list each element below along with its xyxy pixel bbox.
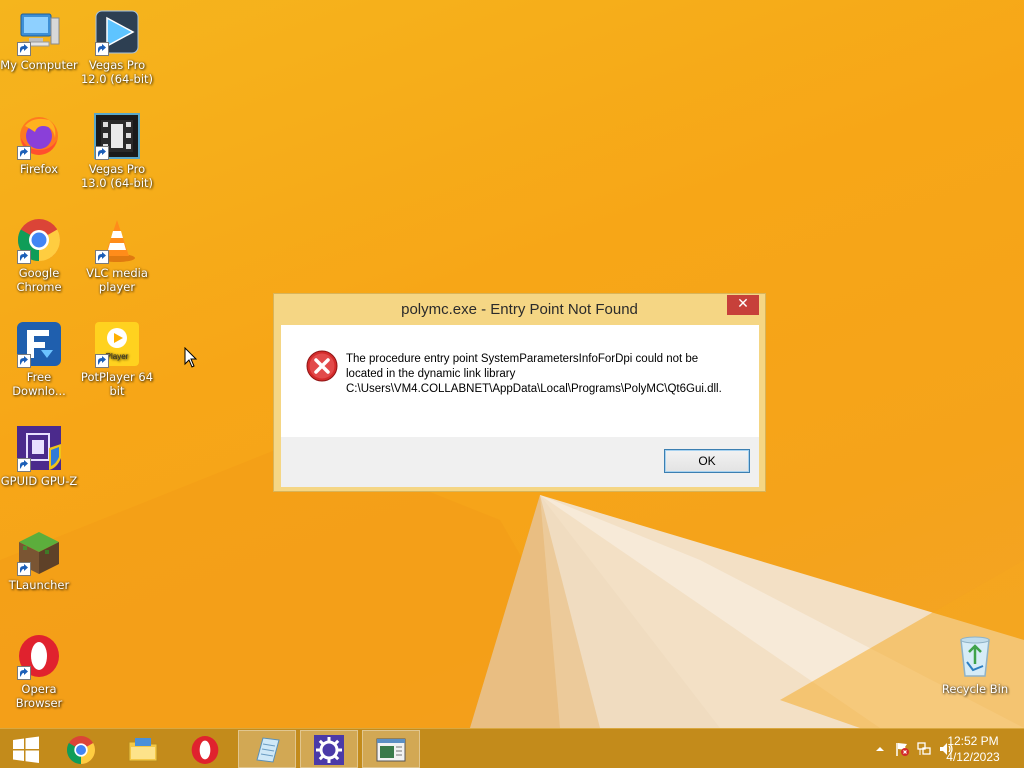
action-center-flag-icon[interactable] (894, 741, 910, 757)
desktop-icon-gpu-z[interactable]: GPUID GPU-Z (0, 424, 78, 488)
shortcut-arrow-icon (17, 354, 31, 368)
icon-label: My Computer (0, 58, 78, 72)
shortcut-arrow-icon (17, 458, 31, 472)
icon-label: Free Downlo... (12, 370, 66, 398)
taskbar-notepad[interactable] (238, 730, 296, 768)
icon-label: Opera Browser (15, 682, 63, 710)
network-icon[interactable] (916, 741, 932, 757)
shortcut-arrow-icon (95, 42, 109, 56)
shortcut-arrow-icon (95, 250, 109, 264)
taskbar-dialog-window[interactable] (362, 730, 420, 768)
error-dialog: polymc.exe - Entry Point Not Found ✕ The… (273, 293, 766, 492)
recycle-bin-icon (960, 636, 990, 677)
desktop-icon-tlauncher[interactable]: TLauncher (0, 528, 78, 592)
desktop-icon-google-chrome[interactable]: Google Chrome (0, 216, 78, 294)
shortcut-arrow-icon (95, 146, 109, 160)
icon-label: Google Chrome (16, 266, 62, 294)
system-tray: 12:52 PM 4/12/2023 (844, 729, 1024, 768)
taskbar-settings[interactable] (300, 730, 358, 768)
desktop: My Computer Firefox Google Chrome Free D… (0, 0, 1024, 768)
shortcut-arrow-icon (17, 146, 31, 160)
chevron-up-icon[interactable] (872, 741, 888, 757)
icon-label: Firefox (19, 162, 59, 176)
mouse-cursor-icon (184, 347, 198, 368)
icon-label: Vegas Pro 13.0 (64-bit) (80, 162, 154, 190)
desktop-icon-free-download-manager[interactable]: Free Downlo... (0, 320, 78, 398)
ok-button[interactable]: OK (664, 449, 750, 473)
gear-icon (314, 735, 344, 765)
shortcut-arrow-icon (17, 250, 31, 264)
shortcut-arrow-icon (17, 42, 31, 56)
chrome-icon (66, 736, 96, 764)
windows-icon (13, 736, 39, 763)
shortcut-arrow-icon (17, 666, 31, 680)
desktop-icon-my-computer[interactable]: My Computer (0, 8, 78, 72)
dialog-footer: OK (281, 437, 759, 487)
dialog-body: The procedure entry point SystemParamete… (281, 325, 759, 437)
window-icon (376, 738, 406, 762)
desktop-icon-firefox[interactable]: Firefox (0, 112, 78, 176)
opera-icon (191, 736, 219, 764)
icon-label: Vegas Pro 12.0 (64-bit) (80, 58, 154, 86)
icon-label: PotPlayer 64 bit (80, 370, 154, 398)
taskbar-opera[interactable] (176, 730, 234, 768)
icon-label: GPUID GPU-Z (0, 474, 78, 488)
clock-date: 4/12/2023 (946, 750, 1000, 764)
start-button[interactable] (0, 730, 58, 768)
desktop-icon-potplayer[interactable]: Player PotPlayer 64 bit (78, 320, 156, 398)
shortcut-arrow-icon (95, 354, 109, 368)
desktop-icon-vegas-pro-13[interactable]: Vegas Pro 13.0 (64-bit) (78, 112, 156, 190)
shortcut-arrow-icon (17, 562, 31, 576)
desktop-icon-opera[interactable]: Opera Browser (0, 632, 78, 710)
clock-time: 12:52 PM (947, 734, 999, 748)
notepad-icon (256, 737, 280, 763)
taskbar-chrome[interactable] (52, 730, 110, 768)
folder-icon (128, 738, 158, 762)
close-button[interactable]: ✕ (727, 295, 759, 315)
desktop-icon-recycle-bin[interactable]: Recycle Bin (936, 632, 1014, 696)
desktop-icon-vegas-pro-12[interactable]: Vegas Pro 12.0 (64-bit) (78, 8, 156, 86)
error-icon (306, 350, 338, 382)
desktop-icon-vlc[interactable]: VLC media player (78, 216, 156, 294)
clock[interactable]: 12:52 PM 4/12/2023 (938, 733, 1008, 765)
error-message: The procedure entry point SystemParamete… (346, 353, 722, 395)
dialog-title: polymc.exe - Entry Point Not Found (401, 301, 638, 318)
taskbar-file-explorer[interactable] (114, 730, 172, 768)
icon-label: Recycle Bin (941, 682, 1009, 696)
icon-label: TLauncher (8, 578, 70, 592)
taskbar: 12:52 PM 4/12/2023 (0, 728, 1024, 768)
svg-text:Player: Player (106, 352, 129, 361)
icon-label: VLC media player (86, 266, 148, 294)
